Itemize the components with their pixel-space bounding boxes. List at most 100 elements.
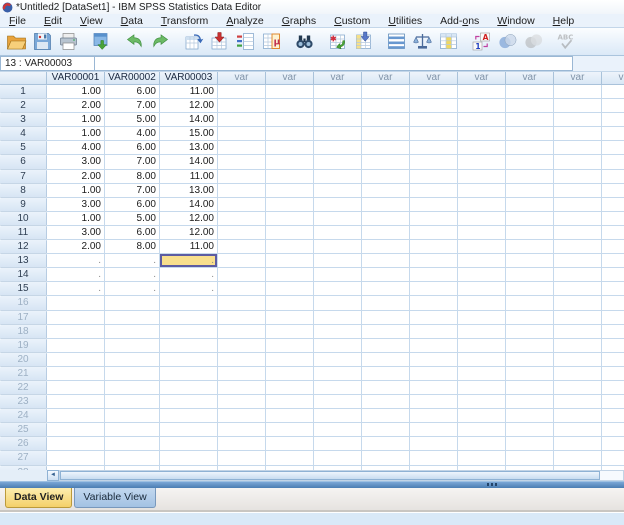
data-cell[interactable] (506, 282, 554, 297)
data-cell[interactable] (266, 423, 314, 438)
data-cell[interactable] (410, 437, 458, 452)
data-cell[interactable] (160, 310, 218, 325)
data-cell[interactable] (362, 451, 410, 466)
data-cell[interactable] (554, 451, 602, 466)
data-cell[interactable] (410, 127, 458, 142)
data-cell[interactable] (554, 183, 602, 198)
data-cell[interactable]: 3.00 (47, 197, 105, 212)
data-cell[interactable] (410, 268, 458, 283)
horizontal-scrollbar[interactable]: ◄ (0, 470, 624, 481)
data-cell[interactable] (506, 85, 554, 100)
data-cell[interactable]: 6.00 (105, 225, 160, 241)
data-cell[interactable] (105, 310, 160, 325)
data-cell[interactable] (105, 409, 160, 424)
data-cell[interactable] (602, 437, 624, 452)
data-cell[interactable] (218, 451, 266, 466)
data-cell[interactable] (105, 352, 160, 367)
menu-edit[interactable]: Edit (35, 15, 71, 27)
data-cell[interactable] (314, 141, 362, 156)
data-cell[interactable] (506, 99, 554, 114)
data-cell[interactable] (506, 225, 554, 241)
redo-icon[interactable] (147, 29, 173, 54)
data-cell[interactable] (506, 395, 554, 410)
data-cell[interactable] (410, 296, 458, 311)
data-cell[interactable] (314, 437, 362, 452)
data-cell[interactable] (458, 437, 506, 452)
row-header[interactable]: 19 (0, 338, 47, 353)
data-cell[interactable] (602, 85, 624, 100)
menu-addons[interactable]: Add-ons (431, 15, 488, 27)
data-cell[interactable] (314, 197, 362, 212)
data-cell[interactable] (160, 338, 218, 353)
grid-corner-cell[interactable] (0, 72, 47, 85)
column-header-var-empty[interactable]: var (314, 72, 362, 85)
data-cell[interactable] (506, 240, 554, 255)
weight-cases-icon[interactable] (409, 29, 435, 54)
data-cell[interactable]: 3.00 (47, 155, 105, 170)
data-cell[interactable]: . (47, 254, 105, 269)
data-cell[interactable] (266, 352, 314, 367)
data-cell[interactable] (602, 127, 624, 142)
print-icon[interactable] (55, 29, 81, 54)
recall-dialogs-icon[interactable] (88, 29, 114, 54)
data-cell[interactable] (314, 113, 362, 128)
data-cell[interactable]: 11.00 (160, 240, 218, 255)
data-cell[interactable] (218, 225, 266, 241)
data-cell[interactable] (314, 99, 362, 114)
goto-case-icon[interactable] (180, 29, 206, 54)
column-header-var-empty[interactable]: var (602, 72, 624, 85)
data-cell[interactable]: 14.00 (160, 155, 218, 170)
data-cell[interactable] (458, 169, 506, 184)
data-cell[interactable] (602, 395, 624, 410)
column-header-var00003[interactable]: VAR00003 (160, 72, 218, 85)
pane-splitter[interactable] (0, 481, 624, 488)
row-header[interactable]: 23 (0, 395, 47, 410)
row-header[interactable]: 5 (0, 141, 47, 156)
find-icon[interactable] (291, 29, 317, 54)
data-cell[interactable]: . (105, 254, 160, 269)
row-header[interactable]: 16 (0, 296, 47, 311)
data-cell[interactable] (266, 437, 314, 452)
data-cell[interactable] (266, 183, 314, 198)
data-cell[interactable] (314, 225, 362, 241)
menu-analyze[interactable]: Analyze (217, 15, 272, 27)
data-cell[interactable] (554, 338, 602, 353)
menu-window[interactable]: Window (488, 15, 543, 27)
column-header-var-empty[interactable]: var (362, 72, 410, 85)
data-cell[interactable]: . (47, 282, 105, 297)
data-cell[interactable] (554, 85, 602, 100)
data-cell[interactable] (218, 296, 266, 311)
data-cell[interactable]: 11.00 (160, 85, 218, 100)
data-cell[interactable] (362, 113, 410, 128)
data-cell[interactable] (218, 127, 266, 142)
data-cell[interactable] (47, 352, 105, 367)
data-cell[interactable] (458, 395, 506, 410)
data-cell[interactable] (266, 99, 314, 114)
data-cell[interactable] (602, 240, 624, 255)
data-cell[interactable] (602, 339, 624, 353)
data-cell[interactable]: 13.00 (160, 141, 218, 156)
data-cell[interactable] (458, 225, 506, 241)
data-cell[interactable]: 7.00 (105, 183, 160, 198)
data-cell[interactable] (314, 395, 362, 410)
column-header-var-empty[interactable]: var (218, 72, 266, 85)
data-cell[interactable] (266, 296, 314, 311)
data-cell[interactable] (458, 380, 506, 396)
data-cell[interactable] (458, 127, 506, 142)
data-cell[interactable] (554, 254, 602, 269)
data-cell[interactable] (362, 282, 410, 297)
data-cell[interactable] (554, 296, 602, 311)
variable-sets-icon[interactable]: A1 (468, 29, 494, 54)
data-cell[interactable] (266, 211, 314, 226)
data-cell[interactable] (105, 451, 160, 466)
data-cell[interactable] (218, 183, 266, 198)
insert-cases-icon[interactable] (324, 29, 350, 54)
data-cell[interactable] (602, 99, 624, 114)
row-header[interactable]: 25 (0, 423, 47, 438)
data-cell[interactable] (458, 409, 506, 424)
data-cell[interactable] (362, 352, 410, 367)
data-cell[interactable] (47, 395, 105, 410)
data-cell[interactable] (314, 296, 362, 311)
data-cell[interactable] (314, 268, 362, 283)
data-cell[interactable]: 2.00 (47, 240, 105, 255)
